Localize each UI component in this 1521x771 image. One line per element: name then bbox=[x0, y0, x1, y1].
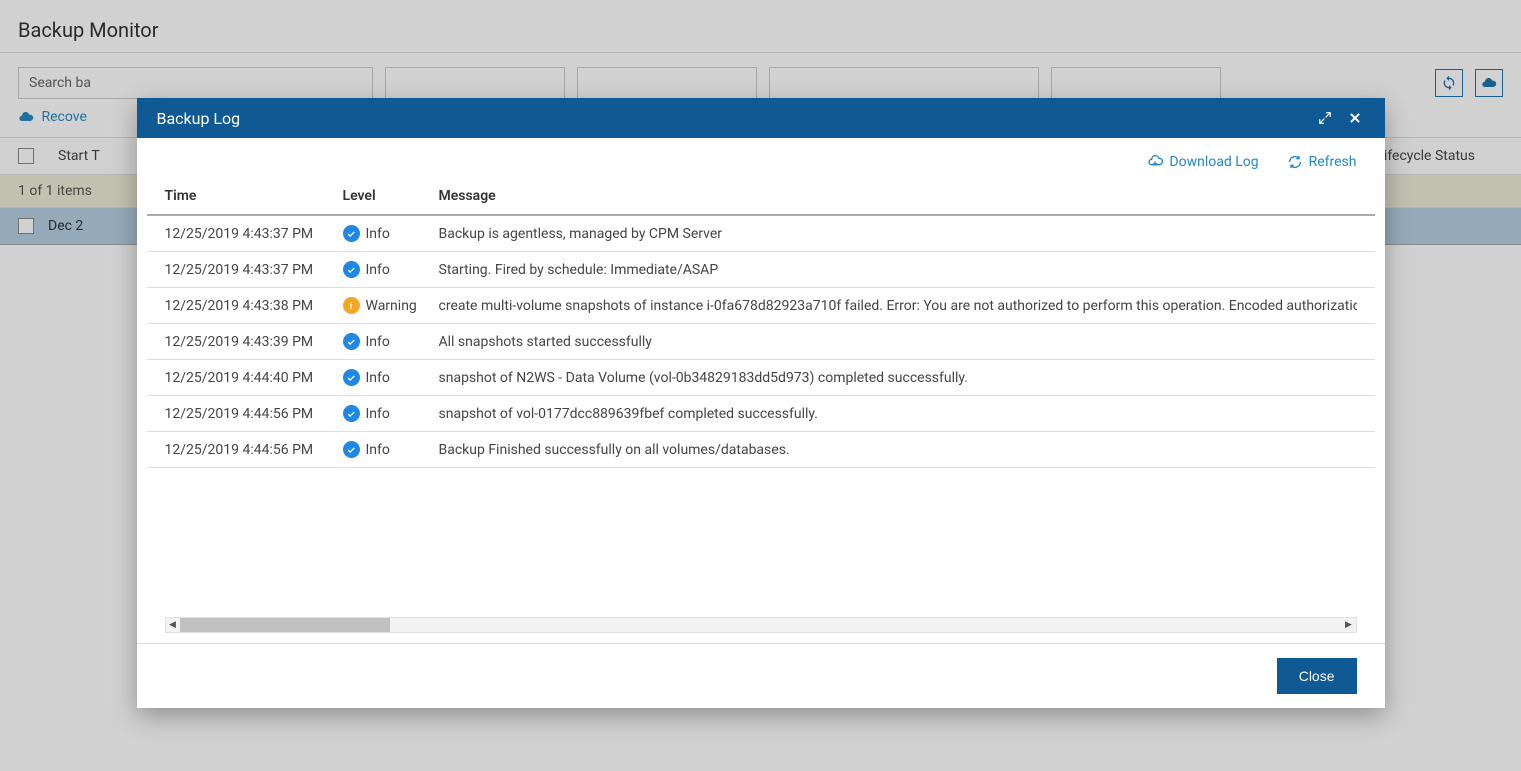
column-message: Message bbox=[439, 188, 1357, 204]
log-row: 12/25/2019 4:43:38 PM Warning create multi… bbox=[147, 288, 1375, 324]
log-row: 12/25/2019 4:43:39 PM Info All snapshots s… bbox=[147, 324, 1375, 360]
warning-icon bbox=[343, 297, 360, 314]
refresh-button[interactable]: Refresh bbox=[1287, 154, 1357, 170]
log-level-label: Info bbox=[366, 406, 390, 422]
column-level: Level bbox=[343, 188, 439, 204]
log-table-header: Time Level Message bbox=[147, 180, 1375, 216]
log-level: Info bbox=[343, 261, 439, 278]
cloud-download-icon bbox=[1147, 154, 1163, 170]
backup-log-modal: Backup Log Download Log Refresh Time Lev… bbox=[137, 98, 1385, 708]
close-button[interactable]: Close bbox=[1277, 658, 1357, 694]
log-row: 12/25/2019 4:44:40 PM Info snapshot of N2W… bbox=[147, 360, 1375, 396]
log-level: Warning bbox=[343, 297, 439, 314]
info-icon bbox=[343, 405, 360, 422]
log-level-label: Warning bbox=[366, 298, 417, 314]
log-row: 12/25/2019 4:44:56 PM Info snapshot of vol… bbox=[147, 396, 1375, 432]
download-log-button[interactable]: Download Log bbox=[1147, 154, 1258, 170]
modal-title: Backup Log bbox=[157, 109, 1305, 128]
log-message: snapshot of N2WS - Data Volume (vol-0b34… bbox=[439, 370, 1357, 386]
log-message: create multi-volume snapshots of instanc… bbox=[439, 298, 1357, 314]
horizontal-scrollbar[interactable]: ◀ ▶ bbox=[165, 617, 1357, 633]
info-icon bbox=[343, 261, 360, 278]
log-table: Time Level Message 12/25/2019 4:43:37 PM… bbox=[137, 180, 1385, 643]
close-icon bbox=[1348, 111, 1362, 125]
log-row: 12/25/2019 4:44:56 PM Info Backup Finished… bbox=[147, 432, 1375, 468]
info-icon bbox=[343, 225, 360, 242]
log-message: Starting. Fired by schedule: Immediate/A… bbox=[439, 262, 1357, 278]
scroll-right-arrow[interactable]: ▶ bbox=[1342, 618, 1356, 632]
log-level-label: Info bbox=[366, 370, 390, 386]
modal-actions: Download Log Refresh bbox=[137, 138, 1385, 180]
log-level-label: Info bbox=[366, 226, 390, 242]
scroll-left-arrow[interactable]: ◀ bbox=[166, 618, 180, 632]
log-message: snapshot of vol-0177dcc889639fbef comple… bbox=[439, 406, 1357, 422]
log-level-label: Info bbox=[366, 262, 390, 278]
log-time: 12/25/2019 4:43:39 PM bbox=[165, 334, 343, 350]
modal-backdrop: Backup Log Download Log Refresh Time Lev… bbox=[0, 0, 1521, 771]
info-icon bbox=[343, 441, 360, 458]
log-time: 12/25/2019 4:44:56 PM bbox=[165, 406, 343, 422]
modal-header: Backup Log bbox=[137, 98, 1385, 138]
maximize-button[interactable] bbox=[1315, 108, 1335, 128]
scroll-track[interactable] bbox=[180, 618, 1342, 632]
log-time: 12/25/2019 4:44:56 PM bbox=[165, 442, 343, 458]
info-icon bbox=[343, 333, 360, 350]
maximize-icon bbox=[1318, 111, 1332, 125]
log-rows-container: 12/25/2019 4:43:37 PM Info Backup is agent… bbox=[147, 216, 1375, 468]
refresh-icon bbox=[1287, 154, 1303, 170]
log-message: All snapshots started successfully bbox=[439, 334, 1357, 350]
log-level: Info bbox=[343, 405, 439, 422]
log-row: 12/25/2019 4:43:37 PM Info Starting. Fired… bbox=[147, 252, 1375, 288]
log-level-label: Info bbox=[366, 442, 390, 458]
log-level: Info bbox=[343, 333, 439, 350]
close-x-button[interactable] bbox=[1345, 108, 1365, 128]
scroll-thumb[interactable] bbox=[180, 618, 390, 632]
log-level: Info bbox=[343, 441, 439, 458]
log-time: 12/25/2019 4:43:37 PM bbox=[165, 226, 343, 242]
log-message: Backup Finished successfully on all volu… bbox=[439, 442, 1357, 458]
log-row: 12/25/2019 4:43:37 PM Info Backup is agent… bbox=[147, 216, 1375, 252]
log-level: Info bbox=[343, 369, 439, 386]
log-level-label: Info bbox=[366, 334, 390, 350]
modal-footer: Close bbox=[137, 643, 1385, 708]
log-time: 12/25/2019 4:43:37 PM bbox=[165, 262, 343, 278]
info-icon bbox=[343, 369, 360, 386]
column-time: Time bbox=[165, 188, 343, 204]
log-level: Info bbox=[343, 225, 439, 242]
log-time: 12/25/2019 4:43:38 PM bbox=[165, 298, 343, 314]
log-time: 12/25/2019 4:44:40 PM bbox=[165, 370, 343, 386]
log-message: Backup is agentless, managed by CPM Serv… bbox=[439, 226, 1357, 242]
